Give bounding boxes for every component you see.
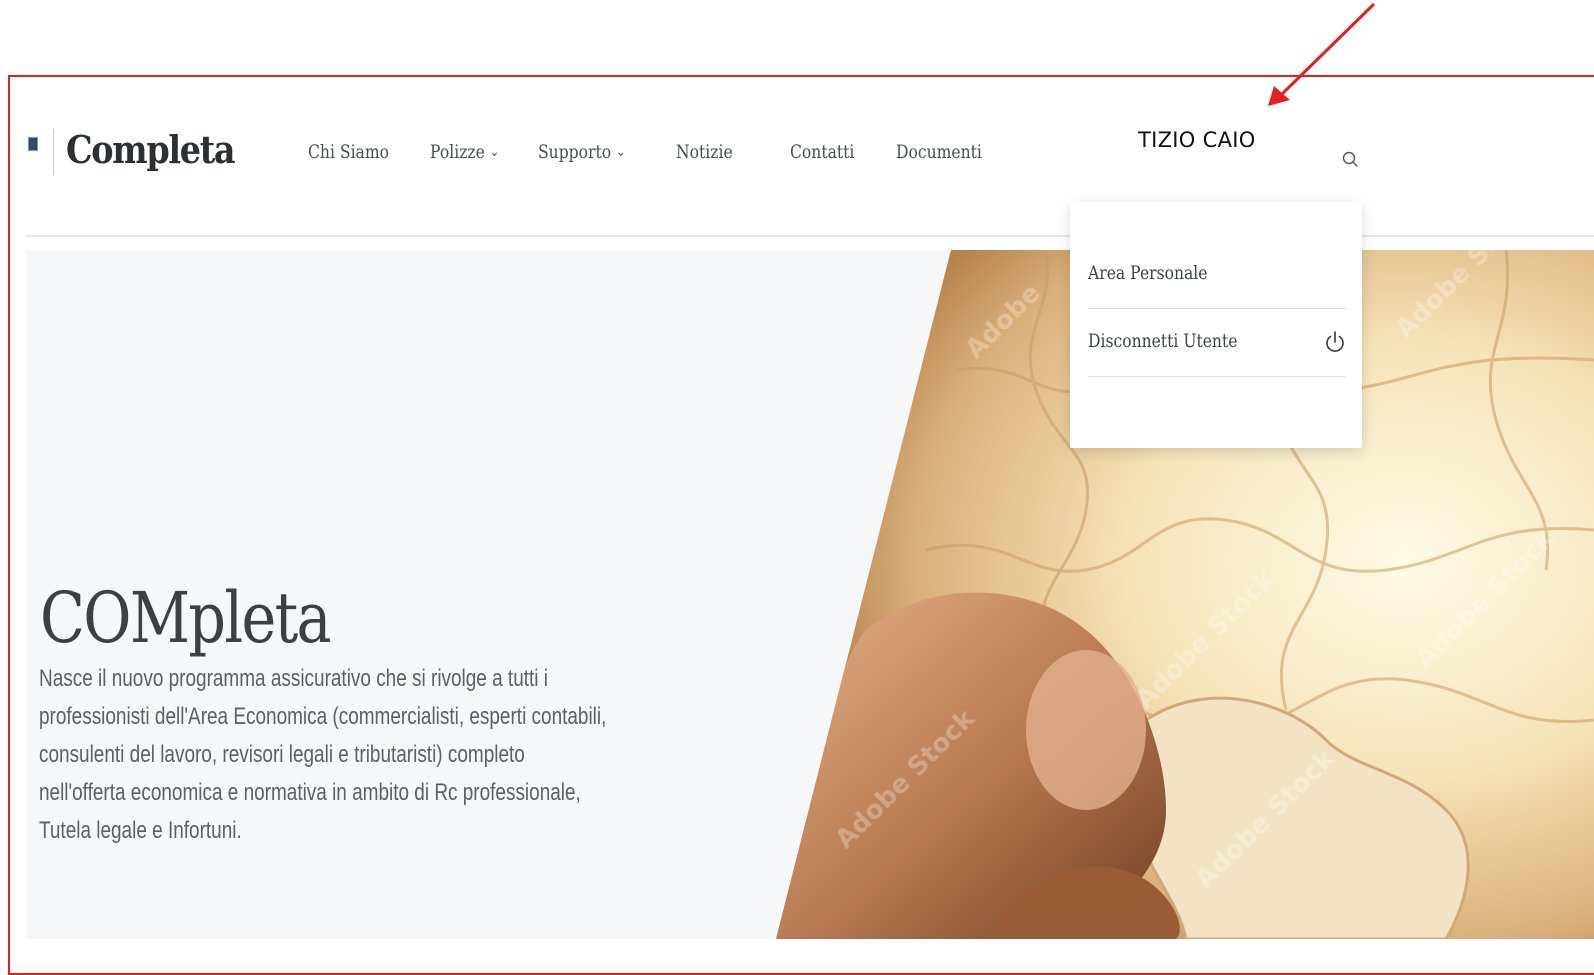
search-icon[interactable]	[1340, 149, 1362, 171]
logo-divider	[53, 129, 54, 175]
nav-polizze[interactable]: Polizze ⌄	[430, 141, 499, 163]
nav-label: Notizie	[676, 141, 733, 163]
nav-label: Supporto	[538, 141, 612, 163]
menu-item-area-personale[interactable]: Area Personale	[1088, 240, 1346, 309]
nav-label: Polizze	[430, 141, 485, 163]
menu-item-disconnetti[interactable]: Disconnetti Utente	[1088, 308, 1346, 377]
hero-text-line: consulenti del lavoro, revisori legali e…	[39, 741, 525, 768]
user-menu-toggle[interactable]: TIZIO CAIO	[1138, 128, 1256, 152]
nav-label: Contatti	[790, 141, 855, 163]
hero-text-line: Nasce il nuovo programma assicurativo ch…	[39, 665, 548, 692]
power-icon	[1326, 331, 1344, 352]
hero-text-line: nell'offerta economica e normativa in am…	[39, 779, 581, 806]
nav-supporto[interactable]: Supporto ⌄	[538, 141, 626, 163]
site-logo[interactable]: Completa	[66, 127, 236, 172]
nav-contatti[interactable]: Contatti	[790, 141, 854, 163]
nav-label: Documenti	[896, 141, 982, 163]
chevron-down-icon: ⌄	[489, 144, 500, 160]
chevron-down-icon: ⌄	[616, 144, 626, 160]
menu-item-label: Disconnetti Utente	[1088, 330, 1238, 352]
hero-text-line: professionisti dell'Area Economica (comm…	[39, 703, 607, 730]
menu-item-label: Area Personale	[1088, 262, 1208, 284]
nav-label: Chi Siamo	[308, 141, 390, 163]
broken-image-icon	[28, 137, 38, 151]
hero-text-line: Tutela legale e Infortuni.	[39, 817, 242, 844]
nav-documenti[interactable]: Documenti	[896, 141, 982, 163]
user-dropdown-menu: Area Personale Disconnetti Utente	[1070, 202, 1362, 448]
nav-notizie[interactable]: Notizie	[676, 141, 733, 163]
hero-description: Nasce il nuovo programma assicurativo ch…	[39, 660, 639, 850]
hero-title: COMpleta	[40, 576, 332, 659]
nav-chi-siamo[interactable]: Chi Siamo	[308, 141, 389, 163]
